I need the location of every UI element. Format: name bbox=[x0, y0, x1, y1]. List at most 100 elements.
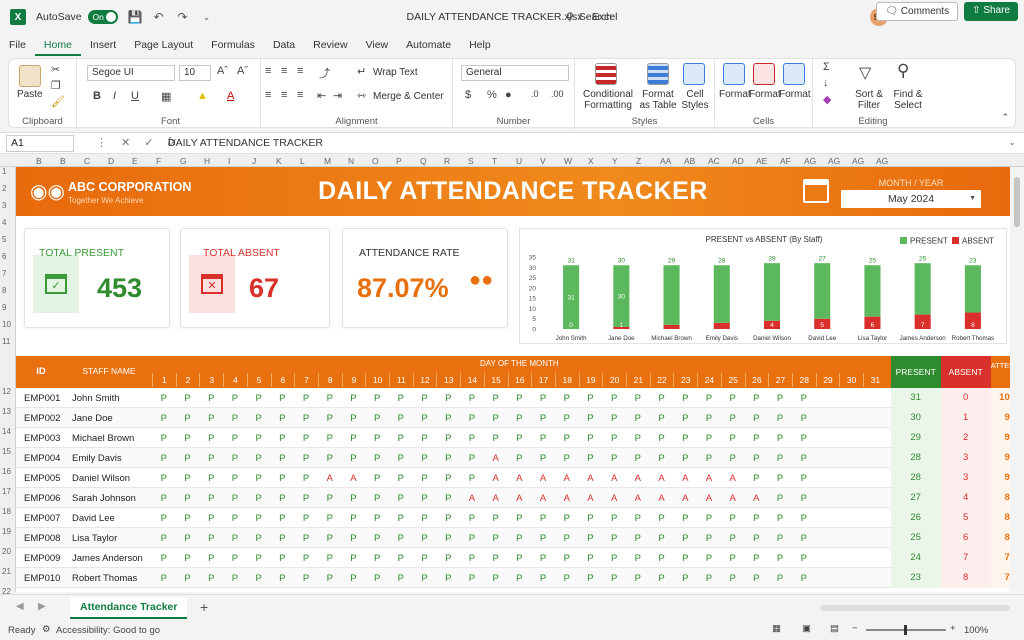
attendance-mark[interactable]: P bbox=[602, 553, 626, 564]
attendance-mark[interactable]: P bbox=[768, 553, 792, 564]
attendance-mark[interactable]: P bbox=[484, 553, 508, 564]
attendance-mark[interactable]: A bbox=[484, 493, 508, 504]
attendance-mark[interactable]: P bbox=[555, 413, 579, 424]
attendance-mark[interactable]: A bbox=[721, 473, 745, 484]
attendance-mark[interactable]: P bbox=[484, 533, 508, 544]
attendance-mark[interactable]: P bbox=[342, 453, 366, 464]
column-letter[interactable]: D bbox=[108, 156, 114, 166]
attendance-mark[interactable]: A bbox=[673, 493, 697, 504]
attendance-mark[interactable]: P bbox=[342, 413, 366, 424]
attendance-mark[interactable]: P bbox=[271, 433, 295, 444]
attendance-mark[interactable]: A bbox=[318, 473, 342, 484]
fill-color-icon[interactable]: ▲ bbox=[197, 90, 208, 102]
attendance-mark[interactable]: P bbox=[508, 513, 532, 524]
column-letter[interactable]: C bbox=[84, 156, 90, 166]
attendance-mark[interactable]: P bbox=[342, 533, 366, 544]
attendance-mark[interactable]: P bbox=[650, 573, 674, 584]
attendance-mark[interactable]: P bbox=[152, 533, 176, 544]
attendance-mark[interactable]: P bbox=[413, 553, 437, 564]
attendance-mark[interactable]: P bbox=[555, 553, 579, 564]
row-number[interactable]: 3 bbox=[2, 201, 6, 210]
attendance-mark[interactable]: P bbox=[247, 473, 271, 484]
attendance-mark[interactable]: P bbox=[460, 573, 484, 584]
attendance-mark[interactable]: P bbox=[602, 573, 626, 584]
attendance-mark[interactable]: P bbox=[389, 553, 413, 564]
attendance-mark[interactable]: P bbox=[697, 433, 721, 444]
attendance-mark[interactable]: P bbox=[721, 453, 745, 464]
cell-styles-icon[interactable] bbox=[683, 63, 705, 85]
attendance-mark[interactable]: P bbox=[271, 513, 295, 524]
cells-format-button-1[interactable]: Format bbox=[719, 89, 751, 100]
attendance-mark[interactable]: A bbox=[484, 473, 508, 484]
font-color-icon[interactable]: A bbox=[227, 90, 234, 102]
attendance-mark[interactable]: P bbox=[223, 473, 247, 484]
attendance-mark[interactable]: P bbox=[271, 533, 295, 544]
attendance-mark[interactable]: P bbox=[555, 573, 579, 584]
format-as-table-button[interactable]: Format as Table bbox=[637, 89, 679, 111]
insert-cells-icon[interactable] bbox=[723, 63, 745, 85]
sort-filter-icon[interactable]: ▽ bbox=[859, 63, 871, 83]
attendance-mark[interactable]: P bbox=[555, 393, 579, 404]
attendance-mark[interactable]: P bbox=[673, 553, 697, 564]
attendance-mark[interactable]: P bbox=[318, 453, 342, 464]
attendance-mark[interactable]: P bbox=[199, 573, 223, 584]
attendance-mark[interactable]: P bbox=[697, 393, 721, 404]
attendance-mark[interactable]: P bbox=[508, 393, 532, 404]
attendance-mark[interactable]: P bbox=[436, 513, 460, 524]
row-number[interactable]: 8 bbox=[2, 286, 6, 295]
underline-icon[interactable]: U bbox=[131, 90, 139, 102]
attendance-mark[interactable]: P bbox=[176, 393, 200, 404]
attendance-mark[interactable]: P bbox=[460, 513, 484, 524]
attendance-mark[interactable]: P bbox=[199, 493, 223, 504]
column-letter[interactable]: U bbox=[516, 156, 522, 166]
attendance-mark[interactable]: P bbox=[579, 453, 603, 464]
find-select-icon[interactable]: ⚲ bbox=[897, 61, 909, 81]
attendance-mark[interactable]: P bbox=[508, 573, 532, 584]
attendance-mark[interactable]: P bbox=[152, 413, 176, 424]
attendance-mark[interactable]: P bbox=[436, 573, 460, 584]
attendance-mark[interactable]: A bbox=[342, 473, 366, 484]
paste-icon[interactable] bbox=[19, 65, 41, 87]
attendance-mark[interactable]: P bbox=[271, 393, 295, 404]
zoom-slider[interactable] bbox=[866, 625, 946, 635]
attendance-mark[interactable]: A bbox=[626, 493, 650, 504]
attendance-mark[interactable]: P bbox=[460, 433, 484, 444]
attendance-mark[interactable]: P bbox=[697, 453, 721, 464]
row-number[interactable]: 10 bbox=[2, 320, 11, 329]
attendance-mark[interactable]: P bbox=[650, 413, 674, 424]
column-letter[interactable]: B bbox=[36, 156, 42, 166]
attendance-mark[interactable]: P bbox=[460, 533, 484, 544]
attendance-mark[interactable]: P bbox=[436, 453, 460, 464]
attendance-mark[interactable]: P bbox=[294, 573, 318, 584]
attendance-mark[interactable]: P bbox=[721, 513, 745, 524]
attendance-mark[interactable]: P bbox=[768, 433, 792, 444]
attendance-mark[interactable]: P bbox=[650, 453, 674, 464]
attendance-mark[interactable]: P bbox=[768, 533, 792, 544]
attendance-mark[interactable]: P bbox=[673, 413, 697, 424]
month-year-select[interactable]: May 2024 ▼ bbox=[841, 190, 981, 208]
zoom-level[interactable]: 100% bbox=[964, 625, 988, 636]
font-size-select[interactable]: 10 bbox=[179, 65, 211, 81]
menu-tab-file[interactable]: File bbox=[0, 34, 35, 56]
attendance-mark[interactable]: P bbox=[721, 553, 745, 564]
attendance-mark[interactable]: A bbox=[697, 493, 721, 504]
attendance-mark[interactable]: P bbox=[650, 393, 674, 404]
zoom-out-icon[interactable]: − bbox=[852, 623, 858, 634]
attendance-mark[interactable]: A bbox=[721, 493, 745, 504]
row-number[interactable]: 15 bbox=[2, 447, 11, 456]
attendance-mark[interactable]: P bbox=[365, 533, 389, 544]
attendance-mark[interactable]: A bbox=[602, 493, 626, 504]
attendance-mark[interactable]: P bbox=[579, 393, 603, 404]
column-letter[interactable]: M bbox=[324, 156, 331, 166]
attendance-mark[interactable]: P bbox=[176, 413, 200, 424]
add-sheet-icon[interactable]: + bbox=[200, 599, 208, 615]
attendance-mark[interactable]: P bbox=[602, 513, 626, 524]
attendance-mark[interactable]: P bbox=[389, 573, 413, 584]
attendance-mark[interactable]: P bbox=[436, 553, 460, 564]
attendance-mark[interactable]: P bbox=[152, 453, 176, 464]
attendance-mark[interactable]: P bbox=[768, 393, 792, 404]
attendance-mark[interactable]: P bbox=[626, 553, 650, 564]
attendance-mark[interactable]: P bbox=[484, 413, 508, 424]
row-number[interactable]: 5 bbox=[2, 235, 6, 244]
attendance-mark[interactable]: P bbox=[247, 533, 271, 544]
